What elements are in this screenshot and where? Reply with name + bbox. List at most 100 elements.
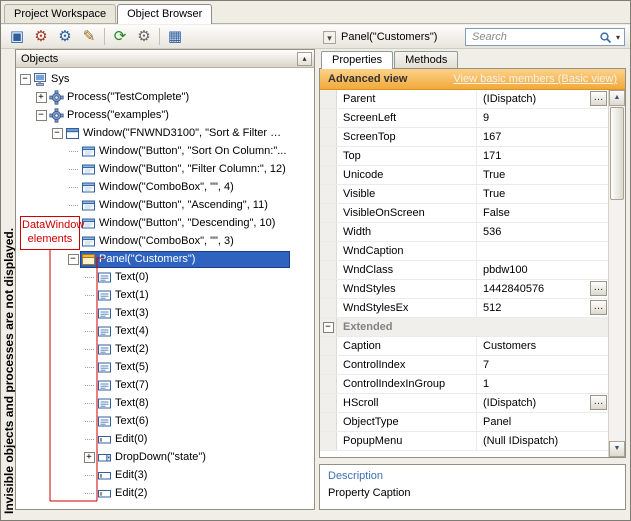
property-row[interactable]: Parent(IDispatch)… xyxy=(320,90,608,109)
property-row[interactable]: HScroll(IDispatch)… xyxy=(320,394,608,413)
property-value[interactable]: 1442840576… xyxy=(477,280,608,298)
description-title: Description xyxy=(328,470,617,482)
tree-item[interactable]: Window("ComboBox", "", 4) xyxy=(16,178,314,196)
expand-toggle[interactable]: + xyxy=(84,452,95,463)
tree-item[interactable]: Text(5) xyxy=(16,358,314,376)
tree-item[interactable]: Text(4) xyxy=(16,322,314,340)
collapse-panel-button[interactable]: ▴ xyxy=(297,52,312,66)
object-selector[interactable]: ▾ Panel("Customers") xyxy=(323,29,437,45)
property-row[interactable]: PopupMenu(Null IDispatch) xyxy=(320,432,608,451)
property-row[interactable]: ScreenTop167 xyxy=(320,128,608,147)
expand-toggle[interactable]: + xyxy=(36,92,47,103)
collapse-toggle[interactable]: − xyxy=(52,128,63,139)
property-value[interactable]: (IDispatch)… xyxy=(477,394,608,412)
collapse-toggle[interactable]: − xyxy=(20,74,31,85)
search-input[interactable] xyxy=(470,30,595,44)
highlight-object-button[interactable]: ▣ xyxy=(5,26,29,48)
tree-item-label: Text(6) xyxy=(115,415,149,427)
tree-item[interactable]: Window("Button", "Ascending", 11) xyxy=(16,196,314,214)
property-value[interactable]: 171 xyxy=(477,147,608,165)
tree-item[interactable]: +Process("TestComplete") xyxy=(16,88,314,106)
tree-item[interactable]: Edit(3) xyxy=(16,466,314,484)
property-value[interactable]: True xyxy=(477,185,608,203)
collapse-toggle[interactable]: − xyxy=(36,110,47,121)
tree-item[interactable]: Text(8) xyxy=(16,394,314,412)
tab-methods[interactable]: Methods xyxy=(394,51,458,68)
ellipsis-button[interactable]: … xyxy=(590,300,607,315)
tree-item[interactable]: Text(2) xyxy=(16,340,314,358)
add-object-button[interactable]: ⚙ xyxy=(29,26,53,48)
property-row[interactable]: WndCaption xyxy=(320,242,608,261)
save-snapshot-button[interactable]: ▦ xyxy=(163,26,187,48)
object-spy-button[interactable]: ✎ xyxy=(77,26,101,48)
collapse-toggle[interactable]: − xyxy=(68,254,79,265)
property-row[interactable]: CaptionCustomers xyxy=(320,337,608,356)
property-value[interactable]: 512… xyxy=(477,299,608,317)
property-row[interactable]: VisibleOnScreenFalse xyxy=(320,204,608,223)
property-value[interactable]: Panel xyxy=(477,413,608,431)
property-row[interactable]: UnicodeTrue xyxy=(320,166,608,185)
objects-panel: Objects ▴ −Sys+Process("TestComplete")−P… xyxy=(15,49,315,510)
property-row[interactable]: Width536 xyxy=(320,223,608,242)
objects-panel-title: Objects xyxy=(21,53,297,65)
tree-item-label: Window("Button", "Sort On Column:"... xyxy=(99,145,286,157)
tree-item[interactable]: +DropDown("state") xyxy=(16,448,314,466)
tree-item[interactable]: −Window("FNWND3100", "Sort & Filter Ex..… xyxy=(16,124,314,142)
basic-view-link[interactable]: View basic members (Basic view) xyxy=(453,73,617,85)
tree-item[interactable]: Window("Button", "Sort On Column:"... xyxy=(16,142,314,160)
property-value[interactable]: (IDispatch)… xyxy=(477,90,608,108)
search-box[interactable]: ▾ xyxy=(465,28,625,46)
tree-item[interactable]: Text(0) xyxy=(16,268,314,286)
scroll-down-button[interactable]: ▼ xyxy=(609,441,625,457)
property-value[interactable]: False xyxy=(477,204,608,222)
map-object-button[interactable]: ⚙ xyxy=(53,26,77,48)
property-value[interactable] xyxy=(477,242,608,260)
pause-button[interactable]: ⚙ xyxy=(132,26,156,48)
property-row[interactable]: WndStyles1442840576… xyxy=(320,280,608,299)
property-value[interactable]: True xyxy=(477,166,608,184)
property-row[interactable]: ScreenLeft9 xyxy=(320,109,608,128)
tab-object-browser[interactable]: Object Browser xyxy=(117,4,212,24)
tree-item[interactable]: Window("Button", "Filter Column:", 12) xyxy=(16,160,314,178)
property-row[interactable]: ControlIndexInGroup1 xyxy=(320,375,608,394)
property-row[interactable]: Top171 xyxy=(320,147,608,166)
property-value[interactable]: 9 xyxy=(477,109,608,127)
property-row[interactable]: ControlIndex7 xyxy=(320,356,608,375)
tree-item[interactable]: Text(3) xyxy=(16,304,314,322)
tab-properties[interactable]: Properties xyxy=(321,51,393,69)
property-value[interactable]: 167 xyxy=(477,128,608,146)
tree-item[interactable]: −Sys xyxy=(16,70,314,88)
tab-project-workspace[interactable]: Project Workspace xyxy=(4,4,116,23)
property-value[interactable]: 1 xyxy=(477,375,608,393)
tree-guide-line xyxy=(66,187,80,188)
ellipsis-button[interactable]: … xyxy=(590,395,607,410)
tree-item[interactable]: Text(7) xyxy=(16,376,314,394)
property-row[interactable]: ObjectTypePanel xyxy=(320,413,608,432)
property-value[interactable]: (Null IDispatch) xyxy=(477,432,608,450)
property-value[interactable]: 7 xyxy=(477,356,608,374)
grid-gutter xyxy=(320,375,337,393)
tree-item[interactable]: Text(1) xyxy=(16,286,314,304)
property-row[interactable]: WndClasspbdw100 xyxy=(320,261,608,280)
properties-scrollbar[interactable]: ▲ ▼ xyxy=(608,90,625,457)
tree-item[interactable]: Edit(2) xyxy=(16,484,314,502)
tree-item[interactable]: Text(6) xyxy=(16,412,314,430)
tree-item[interactable]: −Process("examples") xyxy=(16,106,314,124)
property-group-row[interactable]: −Extended xyxy=(320,318,608,337)
tree-item[interactable]: Edit(0) xyxy=(16,430,314,448)
tree-item[interactable]: −Panel("Customers") xyxy=(16,250,314,268)
search-icon[interactable] xyxy=(599,31,612,44)
property-value[interactable]: Customers xyxy=(477,337,608,355)
collapse-toggle[interactable]: − xyxy=(323,322,334,333)
property-value[interactable]: 536 xyxy=(477,223,608,241)
inspector-panel: Properties Methods Advanced view View ba… xyxy=(319,49,626,510)
ellipsis-button[interactable]: … xyxy=(590,281,607,296)
property-row[interactable]: WndStylesEx512… xyxy=(320,299,608,318)
scroll-up-button[interactable]: ▲ xyxy=(609,90,625,106)
ellipsis-button[interactable]: … xyxy=(590,91,607,106)
scrollbar-thumb[interactable] xyxy=(610,107,624,200)
refresh-button[interactable]: ⟳ xyxy=(108,26,132,48)
search-options-arrow-icon[interactable]: ▾ xyxy=(616,33,620,42)
property-value[interactable]: pbdw100 xyxy=(477,261,608,279)
property-row[interactable]: VisibleTrue xyxy=(320,185,608,204)
